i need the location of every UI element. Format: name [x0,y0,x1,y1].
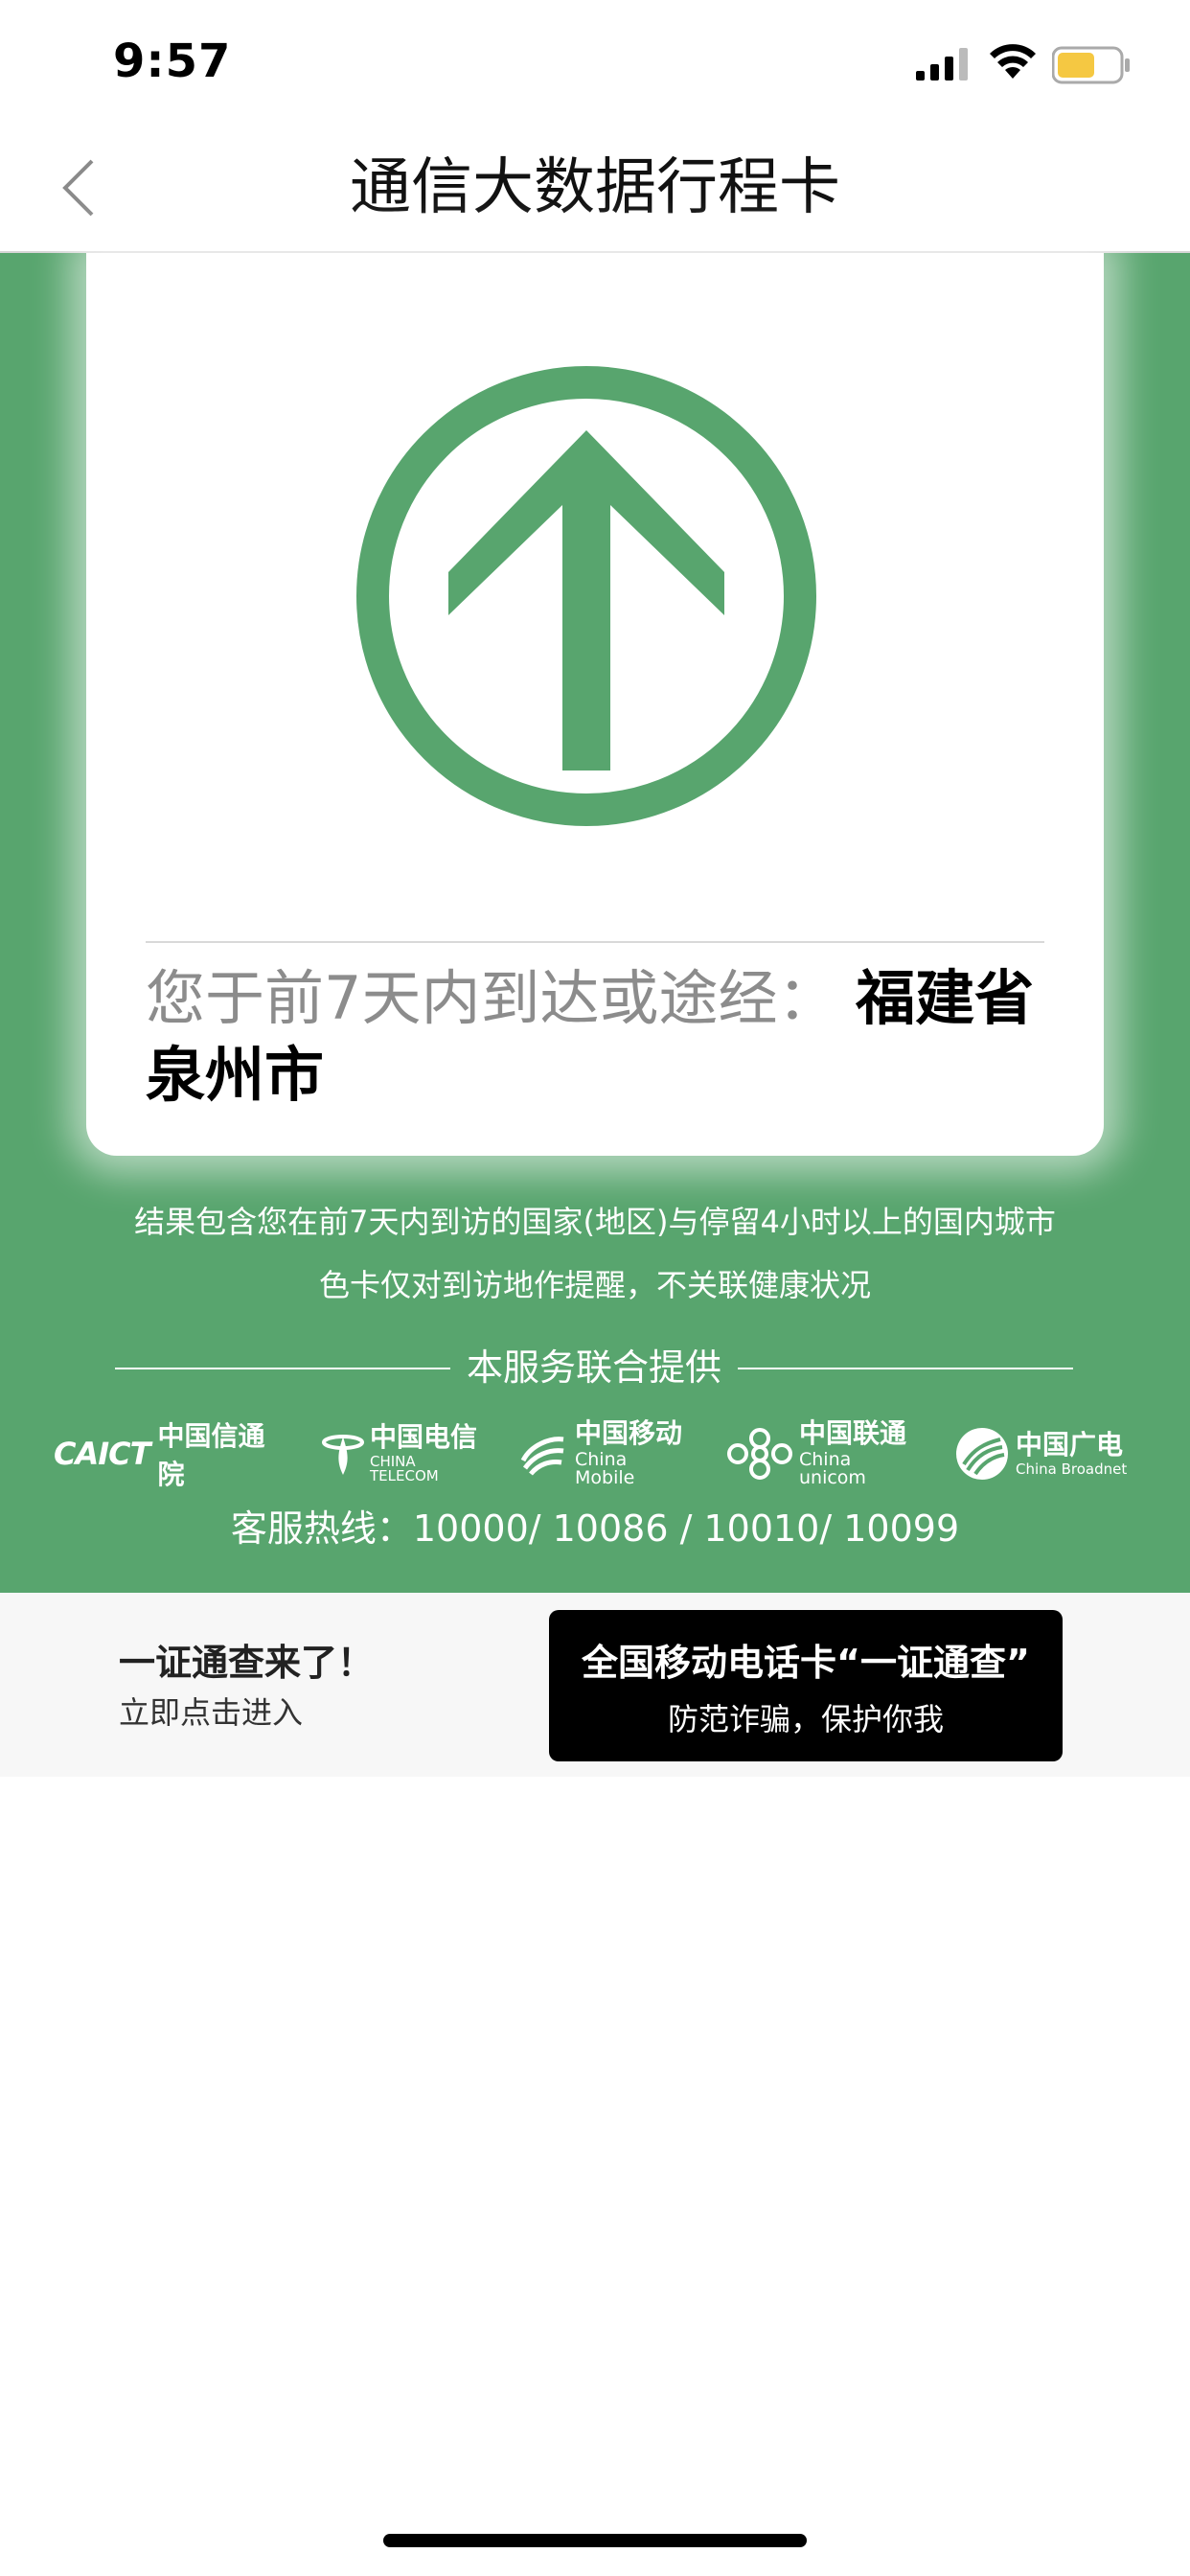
partner-name: 中国电信 [370,1421,478,1453]
partner-english-name: CHINA TELECOM [370,1453,439,1484]
promo-banner[interactable]: 一证通查来了！ 立即点击进入 全国移动电话卡“一证通查” 防范诈骗，保护你我 [0,1593,1190,1777]
home-indicator[interactable] [383,2534,807,2547]
caict-logo: CAICT [54,1436,150,1472]
result-panel: 您于前7天内到达或途经： 福建省泉州市 结果包含您在前7天内到访的国家(地区)与… [0,253,1190,1593]
color-note: 色卡仅对到访地作提醒，不关联健康状况 [318,1267,871,1303]
china-broadnet-icon [956,1428,1008,1480]
status-bar: 9:57 [0,0,1190,125]
battery-icon [1052,46,1130,84]
wifi-icon [990,44,1036,79]
partner-english-name: China Broadnet [1016,1460,1128,1478]
partner-name: 中国联通 [799,1417,907,1449]
location-prefix: 您于前7天内到达或途经： [146,963,837,1033]
card-divider [146,941,1044,943]
partner-english-name: China Mobile [575,1449,635,1488]
divider-line [738,1368,1073,1369]
partner-china-broadnet: 中国广电 China Broadnet [954,1411,1136,1497]
partner-china-mobile: 中国移动 China Mobile [517,1411,690,1497]
china-unicom-icon [727,1428,792,1480]
partner-name: 中国广电 [1016,1428,1124,1460]
customer-service-hotline: 客服热线：10000/ 10086 / 10010/ 10099 [230,1507,960,1550]
promo-subtitle: 立即点击进入 [119,1694,304,1731]
partner-english-name: China unicom [799,1449,866,1488]
nav-bar: 通信大数据行程卡 [0,125,1190,253]
result-note: 结果包含您在前7天内到访的国家(地区)与停留4小时以上的国内城市 [134,1204,1056,1240]
one-id-query-button[interactable]: 全国移动电话卡“一证通查” 防范诈骗，保护你我 [549,1610,1063,1761]
promo-button-title: 全国移动电话卡“一证通查” [582,1642,1030,1684]
service-header: 本服务联合提供 [115,1344,1073,1392]
service-title: 本服务联合提供 [466,1346,721,1389]
trip-card: 您于前7天内到达或途经： 福建省泉州市 [86,253,1104,1156]
partner-caict: CAICT 中国信通院 [54,1411,284,1497]
partner-name: 中国信通院 [157,1420,265,1490]
cellular-signal-icon [916,48,968,80]
page-title: 通信大数据行程卡 [350,152,840,223]
location-statement: 您于前7天内到达或途经： 福建省泉州市 [146,960,1056,1114]
partner-china-telecom: 中国电信 CHINA TELECOM [322,1411,485,1497]
status-time: 9:57 [113,34,232,88]
china-telecom-icon [322,1435,364,1475]
promo-button-subtitle: 防范诈骗，保护你我 [667,1701,944,1737]
green-arrow-icon [356,366,816,826]
partner-china-unicom: 中国联通 China unicom [726,1411,918,1497]
partner-logos: CAICT 中国信通院 中国电信 CHINA TELECOM 中国移动 Chin… [54,1411,1136,1497]
promo-title: 一证通查来了！ [119,1642,375,1684]
divider-line [115,1368,450,1369]
china-mobile-icon [520,1437,564,1476]
partner-name: 中国移动 [575,1417,683,1449]
